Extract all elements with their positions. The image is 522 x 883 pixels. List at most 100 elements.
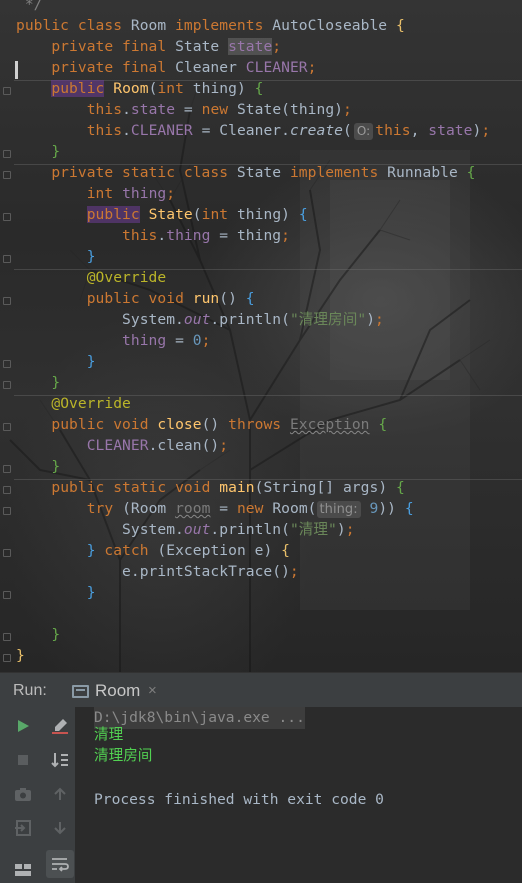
code-token: { bbox=[254, 80, 264, 97]
code-token: throws bbox=[228, 416, 290, 433]
next-occurrence-button[interactable] bbox=[48, 816, 72, 840]
code-line[interactable]: } bbox=[16, 246, 96, 267]
fold-marker-icon[interactable] bbox=[3, 423, 11, 431]
code-token: = thing bbox=[210, 227, 282, 244]
code-token: this bbox=[122, 227, 158, 244]
code-line[interactable]: System.out.println("清理房间"); bbox=[16, 309, 384, 330]
code-line[interactable]: } bbox=[16, 582, 96, 603]
code-token: @Override bbox=[86, 269, 167, 286]
code-line[interactable]: e.printStackTrace(); bbox=[16, 561, 299, 582]
soft-wrap-button[interactable] bbox=[46, 850, 74, 878]
code-token: Room bbox=[130, 17, 176, 34]
code-token: Cleaner bbox=[175, 59, 246, 76]
code-token: } bbox=[51, 626, 61, 643]
code-line[interactable]: } bbox=[16, 456, 60, 477]
code-token: } bbox=[86, 248, 96, 265]
code-line[interactable]: thing = 0; bbox=[16, 330, 210, 351]
code-line[interactable]: } bbox=[16, 645, 25, 666]
stop-button[interactable] bbox=[11, 748, 35, 772]
code-token: , bbox=[410, 122, 429, 139]
code-token: .println( bbox=[210, 521, 290, 538]
clear-icon bbox=[52, 719, 68, 734]
code-line[interactable]: public void close() throws Exception { bbox=[16, 414, 387, 435]
console-tab-icon bbox=[72, 685, 89, 698]
fold-marker-icon[interactable] bbox=[3, 465, 11, 473]
code-line[interactable]: CLEANER.clean(); bbox=[16, 435, 228, 456]
code-line[interactable]: public class Room implements AutoCloseab… bbox=[16, 15, 405, 36]
sort-button[interactable] bbox=[48, 748, 72, 772]
login-icon bbox=[15, 820, 31, 836]
code-token: state bbox=[228, 38, 273, 55]
restore-layout-button[interactable] bbox=[11, 816, 35, 840]
code-token: ) bbox=[472, 122, 482, 139]
fold-marker-icon[interactable] bbox=[3, 549, 11, 557]
code-line[interactable]: System.out.println("清理"); bbox=[16, 519, 355, 540]
console-output[interactable]: D:\jdk8\bin\java.exe ... 清理 清理房间 Process… bbox=[94, 707, 522, 883]
fold-marker-icon[interactable] bbox=[3, 381, 11, 389]
clear-all-button[interactable] bbox=[48, 714, 72, 738]
code-line[interactable]: */ bbox=[16, 0, 43, 15]
code-line[interactable]: } bbox=[16, 624, 60, 645]
code-token: State bbox=[236, 164, 290, 181]
close-tab-icon[interactable]: × bbox=[148, 682, 157, 699]
code-line[interactable]: this.state = new State(thing); bbox=[16, 99, 352, 120]
previous-occurrence-button[interactable] bbox=[48, 782, 72, 806]
code-line[interactable]: private final State state; bbox=[16, 36, 281, 57]
code-line[interactable]: private static class State implements Ru… bbox=[16, 162, 476, 183]
code-token: ( bbox=[192, 206, 202, 223]
down-arrow-icon bbox=[54, 822, 66, 835]
tab-room-label: Room bbox=[95, 681, 141, 700]
code-editor[interactable]: */ public class Room implements AutoClose… bbox=[0, 0, 522, 672]
code-line[interactable]: public static void main(String[] args) { bbox=[16, 477, 405, 498]
fold-marker-icon[interactable] bbox=[3, 507, 11, 515]
fold-marker-icon[interactable] bbox=[3, 591, 11, 599]
code-token: } bbox=[86, 542, 96, 559]
code-token: State bbox=[175, 38, 229, 55]
fold-marker-icon[interactable] bbox=[3, 150, 11, 158]
code-line[interactable]: this.thing = thing; bbox=[16, 225, 290, 246]
fold-marker-icon[interactable] bbox=[3, 213, 11, 221]
rerun-button[interactable] bbox=[11, 714, 35, 738]
code-token: int bbox=[86, 185, 123, 202]
code-line[interactable]: public State(int thing) { bbox=[16, 204, 308, 225]
code-line[interactable]: } bbox=[16, 351, 96, 372]
dump-threads-button[interactable] bbox=[11, 782, 35, 806]
code-line[interactable]: @Override bbox=[16, 393, 131, 414]
code-token: } bbox=[51, 458, 61, 475]
code-token: = Cleaner. bbox=[192, 122, 290, 139]
tab-room[interactable]: Room × bbox=[58, 673, 170, 708]
layout-button[interactable] bbox=[11, 858, 35, 882]
code-token: System. bbox=[16, 521, 184, 538]
console-command-line[interactable]: D:\jdk8\bin\java.exe ... bbox=[94, 707, 305, 729]
fold-marker-icon[interactable] bbox=[3, 633, 11, 641]
code-line[interactable]: } catch (Exception e) { bbox=[16, 540, 290, 561]
fold-marker-icon[interactable] bbox=[3, 297, 11, 305]
code-line[interactable]: int thing; bbox=[16, 183, 175, 204]
code-line[interactable]: public Room(int thing) { bbox=[16, 78, 264, 99]
up-arrow-icon bbox=[54, 787, 66, 800]
code-token: (Exception e) bbox=[157, 542, 282, 559]
code-line[interactable]: } bbox=[16, 372, 60, 393]
code-line[interactable]: private final Cleaner CLEANER; bbox=[16, 57, 316, 78]
fold-marker-icon[interactable] bbox=[3, 486, 11, 494]
code-line[interactable]: } bbox=[16, 141, 60, 162]
fold-marker-icon[interactable] bbox=[3, 255, 11, 263]
code-token: new bbox=[236, 500, 273, 517]
fold-marker-icon[interactable] bbox=[3, 654, 11, 662]
fold-marker-icon[interactable] bbox=[3, 360, 11, 368]
code-token: } bbox=[86, 584, 96, 601]
code-token: } bbox=[51, 143, 61, 160]
code-token: Exception bbox=[289, 416, 370, 433]
fold-marker-icon[interactable] bbox=[3, 87, 11, 95]
code-line[interactable]: try (Room room = new Room(thing: 9)) { bbox=[16, 498, 414, 519]
code-line[interactable]: @Override bbox=[16, 267, 166, 288]
code-line[interactable]: public void run() { bbox=[16, 288, 255, 309]
layout-icon bbox=[15, 864, 31, 876]
code-token: ; bbox=[272, 38, 282, 55]
code-line[interactable]: this.CLEANER = Cleaner.create(O: this, st… bbox=[16, 120, 490, 141]
code-token: )) bbox=[378, 500, 405, 517]
code-token: CLEANER bbox=[245, 59, 308, 76]
code-token: CLEANER bbox=[86, 437, 149, 454]
fold-marker-icon[interactable] bbox=[3, 171, 11, 179]
